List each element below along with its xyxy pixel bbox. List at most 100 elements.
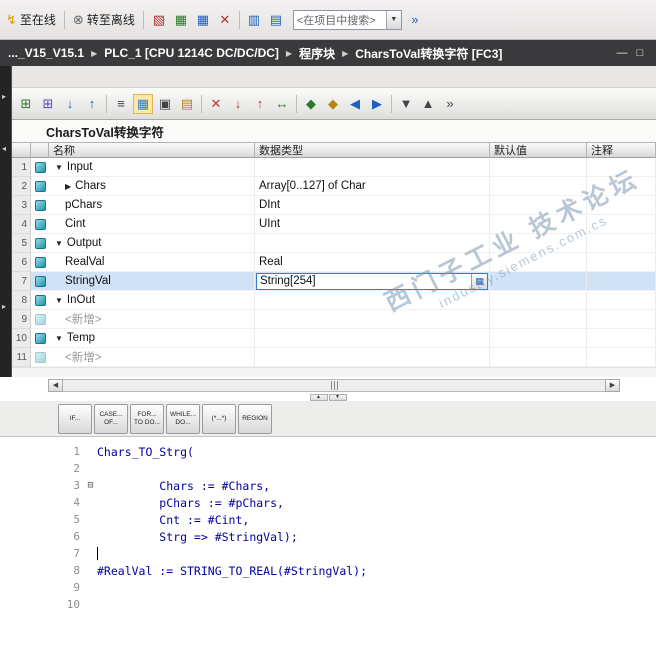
- data-type-cell[interactable]: Array[0..127] of Char: [255, 177, 490, 196]
- table-row[interactable]: 11 <新增>: [12, 348, 656, 367]
- variable-name[interactable]: Input: [67, 161, 93, 173]
- default-value-cell[interactable]: [490, 253, 587, 272]
- collapsed-pane-handle-bottom-icon[interactable]: ▸: [2, 302, 6, 311]
- search-dropdown-icon[interactable]: ▼: [385, 10, 401, 29]
- goto-next-icon[interactable]: ▶: [367, 94, 387, 114]
- fold-collapse-icon[interactable]: ⊟: [84, 480, 97, 491]
- comment-cell[interactable]: [587, 158, 656, 177]
- variable-name[interactable]: InOut: [67, 294, 95, 306]
- data-type-cell[interactable]: [255, 329, 490, 348]
- collapsed-pane-handle-mid-icon[interactable]: ◂: [2, 144, 6, 153]
- more-tools-icon[interactable]: »: [440, 94, 460, 114]
- diagnostics-icon[interactable]: ▧: [149, 10, 169, 30]
- search-next-icon[interactable]: »: [405, 10, 425, 30]
- code-line[interactable]: 4 pChars := #pChars,: [0, 494, 656, 511]
- synchronize-icon[interactable]: ↔: [272, 94, 292, 114]
- expander-icon[interactable]: ▼: [55, 296, 63, 305]
- default-value-cell[interactable]: [490, 177, 587, 196]
- scroll-left-icon[interactable]: ◀: [48, 378, 63, 392]
- comment-cell[interactable]: [587, 272, 656, 291]
- collapse-networks-icon[interactable]: ▲: [418, 94, 438, 114]
- snippet-tab[interactable]: WHILE... DO...: [166, 404, 201, 434]
- upload-from-device-icon[interactable]: ↑: [250, 94, 270, 114]
- expander-icon[interactable]: ▼: [55, 239, 63, 248]
- variable-name[interactable]: Chars: [75, 180, 106, 192]
- snippet-tab[interactable]: REGION: [238, 404, 273, 434]
- code-line[interactable]: 5 Cnt := #Cint,: [0, 511, 656, 528]
- code-line[interactable]: 2: [0, 460, 656, 477]
- code-line[interactable]: 3 ⊟ Chars := #Chars,: [0, 477, 656, 494]
- code-line[interactable]: 7: [0, 545, 656, 562]
- comment-cell[interactable]: [587, 253, 656, 272]
- data-type-cell[interactable]: [255, 234, 490, 253]
- table-row[interactable]: 2 ▶ Chars Array[0..127] of Char: [12, 177, 656, 196]
- data-type-cell[interactable]: DInt: [255, 196, 490, 215]
- data-type-cell[interactable]: UInt: [255, 215, 490, 234]
- default-value-cell[interactable]: [490, 329, 587, 348]
- data-type-cell[interactable]: [255, 310, 490, 329]
- comment-cell[interactable]: [587, 348, 656, 367]
- code-line[interactable]: 9: [0, 579, 656, 596]
- maximize-window-icon[interactable]: □: [632, 47, 648, 59]
- breadcrumb-item[interactable]: PLC_1 [CPU 1214C DC/DC/DC]: [104, 46, 279, 60]
- default-value-cell[interactable]: [490, 215, 587, 234]
- comment-cell[interactable]: [587, 291, 656, 310]
- code-line[interactable]: 8 #RealVal := STRING_TO_REAL(#StringVal);: [0, 562, 656, 579]
- variable-name[interactable]: Cint: [65, 218, 85, 230]
- download-to-device-icon[interactable]: ↓: [228, 94, 248, 114]
- splitter-collapse-up-icon[interactable]: ▲: [309, 393, 328, 401]
- comment-cell[interactable]: [587, 196, 656, 215]
- snippet-tab[interactable]: CASE... OF...: [94, 404, 128, 434]
- stop-simulation-icon[interactable]: ▦: [193, 10, 213, 30]
- comment-cell[interactable]: [587, 329, 656, 348]
- favorites-icon[interactable]: ▤: [177, 94, 197, 114]
- variable-name[interactable]: StringVal: [65, 275, 111, 287]
- table-row[interactable]: 8 ▼ InOut: [12, 291, 656, 310]
- default-value-cell[interactable]: [490, 272, 587, 291]
- expander-icon[interactable]: ▶: [65, 182, 71, 191]
- code-line[interactable]: 10: [0, 596, 656, 613]
- goto-previous-icon[interactable]: ◀: [345, 94, 365, 114]
- expander-icon[interactable]: ▼: [55, 334, 63, 343]
- snippet-tab[interactable]: (*...*): [202, 404, 237, 434]
- code-line[interactable]: 1 Chars_TO_Strg(: [0, 443, 656, 460]
- table-row[interactable]: 7 StringVal String[254] ▦: [12, 272, 656, 291]
- collapsed-pane-handle-top-icon[interactable]: ▸: [2, 92, 6, 101]
- default-value-cell[interactable]: [490, 234, 587, 253]
- breadcrumb-item[interactable]: CharsToVal转换字符 [FC3]: [355, 45, 502, 62]
- table-row[interactable]: 1 ▼ Input: [12, 158, 656, 177]
- monitor-icon[interactable]: ◆: [301, 94, 321, 114]
- variable-name[interactable]: <新增>: [65, 311, 101, 327]
- split-editor-horizontal-icon[interactable]: ▥: [244, 10, 264, 30]
- table-row[interactable]: 10 ▼ Temp: [12, 329, 656, 348]
- scrollbar-track[interactable]: [63, 378, 605, 392]
- table-row[interactable]: 4 Cint UInt: [12, 215, 656, 234]
- breadcrumb-item[interactable]: 程序块: [299, 45, 335, 62]
- cancel-icon[interactable]: ✕: [215, 10, 235, 30]
- snapshot-icon[interactable]: ▣: [155, 94, 175, 114]
- splitter-collapse-down-icon[interactable]: ▼: [328, 393, 347, 401]
- data-type-cell[interactable]: Real: [255, 253, 490, 272]
- insert-row-icon[interactable]: ⊞: [38, 94, 58, 114]
- snippet-tab[interactable]: FOR... TO DO...: [130, 404, 164, 434]
- variable-name[interactable]: Output: [67, 237, 102, 249]
- expander-icon[interactable]: ▼: [55, 163, 63, 172]
- table-row[interactable]: 9 <新增>: [12, 310, 656, 329]
- upload-start-values-icon[interactable]: ↑: [82, 94, 102, 114]
- comment-cell[interactable]: [587, 177, 656, 196]
- sort-icon[interactable]: ≡: [111, 94, 131, 114]
- comment-cell[interactable]: [587, 215, 656, 234]
- expand-networks-icon[interactable]: ▼: [396, 94, 416, 114]
- breadcrumb-item[interactable]: ..._V15_V15.1: [8, 46, 84, 60]
- comment-cell[interactable]: [587, 310, 656, 329]
- data-type-edit-box[interactable]: String[254] ▦: [256, 272, 488, 290]
- data-type-cell[interactable]: [255, 291, 490, 310]
- download-start-values-icon[interactable]: ↓: [60, 94, 80, 114]
- default-value-cell[interactable]: [490, 158, 587, 177]
- start-simulation-icon[interactable]: ▦: [171, 10, 191, 30]
- snippet-tab[interactable]: IF...: [58, 404, 92, 434]
- reset-values-icon[interactable]: ✕: [206, 94, 226, 114]
- code-line[interactable]: 6 Strg => #StringVal);: [0, 528, 656, 545]
- add-row-icon[interactable]: ⊞: [16, 94, 36, 114]
- minimize-window-icon[interactable]: —: [614, 47, 630, 59]
